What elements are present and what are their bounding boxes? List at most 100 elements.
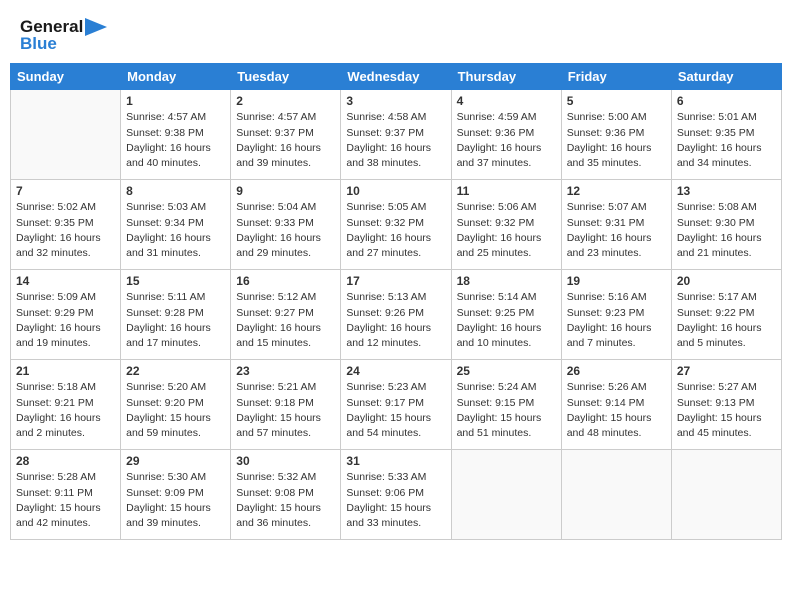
calendar-cell: 14Sunrise: 5:09 AM Sunset: 9:29 PM Dayli… [11, 270, 121, 360]
day-info: Sunrise: 5:23 AM Sunset: 9:17 PM Dayligh… [346, 380, 445, 441]
day-info: Sunrise: 5:32 AM Sunset: 9:08 PM Dayligh… [236, 470, 335, 531]
day-number: 15 [126, 274, 225, 288]
calendar-cell: 8 Sunrise: 5:03 AM Sunset: 9:34 PM Daylig… [121, 180, 231, 270]
day-number: 25 [457, 364, 556, 378]
day-info: Sunrise: 5:03 AM Sunset: 9:34 PM Dayligh… [126, 200, 225, 261]
day-info: Sunrise: 5:08 AM Sunset: 9:30 PM Dayligh… [677, 200, 776, 261]
calendar-cell: 7 Sunrise: 5:02 AM Sunset: 9:35 PM Daylig… [11, 180, 121, 270]
calendar-cell: 18 Sunrise: 5:14 AM Sunset: 9:25 PM Dayli… [451, 270, 561, 360]
calendar-cell: 30 Sunrise: 5:32 AM Sunset: 9:08 PM Dayli… [231, 450, 341, 540]
col-header-tuesday: Tuesday [231, 64, 341, 90]
day-info: Sunrise: 5:20 AM Sunset: 9:20 PM Dayligh… [126, 380, 225, 441]
day-number: 23 [236, 364, 335, 378]
calendar-cell: 29 Sunrise: 5:30 AM Sunset: 9:09 PM Dayli… [121, 450, 231, 540]
calendar-cell: 4 Sunrise: 4:59 AM Sunset: 9:36 PM Daylig… [451, 90, 561, 180]
day-number: 24 [346, 364, 445, 378]
day-number: 21 [16, 364, 115, 378]
day-number: 7 [16, 184, 115, 198]
logo: General Blue [20, 18, 107, 53]
day-info: Sunrise: 5:27 AM Sunset: 9:13 PM Dayligh… [677, 380, 776, 441]
day-info: Sunrise: 5:07 AM Sunset: 9:31 PM Dayligh… [567, 200, 666, 261]
day-info: Sunrise: 4:57 AM Sunset: 9:38 PM Dayligh… [126, 110, 225, 171]
calendar-cell: 22 Sunrise: 5:20 AM Sunset: 9:20 PM Dayli… [121, 360, 231, 450]
day-number: 30 [236, 454, 335, 468]
day-info: Sunrise: 5:33 AM Sunset: 9:06 PM Dayligh… [346, 470, 445, 531]
calendar-cell: 23 Sunrise: 5:21 AM Sunset: 9:18 PM Dayli… [231, 360, 341, 450]
calendar-cell: 24 Sunrise: 5:23 AM Sunset: 9:17 PM Dayli… [341, 360, 451, 450]
col-header-monday: Monday [121, 64, 231, 90]
day-info: Sunrise: 4:58 AM Sunset: 9:37 PM Dayligh… [346, 110, 445, 171]
day-number: 6 [677, 94, 776, 108]
day-info: Sunrise: 5:13 AM Sunset: 9:26 PM Dayligh… [346, 290, 445, 351]
calendar-cell: 26Sunrise: 5:26 AM Sunset: 9:14 PM Dayli… [561, 360, 671, 450]
day-number: 3 [346, 94, 445, 108]
calendar-cell: 5 Sunrise: 5:00 AM Sunset: 9:36 PM Daylig… [561, 90, 671, 180]
calendar-cell [11, 90, 121, 180]
calendar-cell: 25Sunrise: 5:24 AM Sunset: 9:15 PM Dayli… [451, 360, 561, 450]
week-row-1: 1 Sunrise: 4:57 AM Sunset: 9:38 PM Daylig… [11, 90, 782, 180]
day-number: 10 [346, 184, 445, 198]
day-info: Sunrise: 5:21 AM Sunset: 9:18 PM Dayligh… [236, 380, 335, 441]
day-number: 16 [236, 274, 335, 288]
day-number: 2 [236, 94, 335, 108]
calendar-cell [561, 450, 671, 540]
day-number: 31 [346, 454, 445, 468]
day-number: 19 [567, 274, 666, 288]
calendar-cell: 13 Sunrise: 5:08 AM Sunset: 9:30 PM Dayli… [671, 180, 781, 270]
calendar-cell: 1 Sunrise: 4:57 AM Sunset: 9:38 PM Daylig… [121, 90, 231, 180]
logo-text-blue: Blue [20, 35, 107, 54]
day-number: 28 [16, 454, 115, 468]
calendar-table: SundayMondayTuesdayWednesdayThursdayFrid… [10, 63, 782, 540]
day-number: 18 [457, 274, 556, 288]
day-info: Sunrise: 5:16 AM Sunset: 9:23 PM Dayligh… [567, 290, 666, 351]
day-info: Sunrise: 5:30 AM Sunset: 9:09 PM Dayligh… [126, 470, 225, 531]
day-info: Sunrise: 5:26 AM Sunset: 9:14 PM Dayligh… [567, 380, 666, 441]
page-header: General Blue [10, 10, 782, 57]
col-header-saturday: Saturday [671, 64, 781, 90]
day-number: 5 [567, 94, 666, 108]
calendar-cell: 28Sunrise: 5:28 AM Sunset: 9:11 PM Dayli… [11, 450, 121, 540]
week-row-3: 14Sunrise: 5:09 AM Sunset: 9:29 PM Dayli… [11, 270, 782, 360]
day-number: 20 [677, 274, 776, 288]
day-info: Sunrise: 4:59 AM Sunset: 9:36 PM Dayligh… [457, 110, 556, 171]
day-number: 27 [677, 364, 776, 378]
week-row-2: 7 Sunrise: 5:02 AM Sunset: 9:35 PM Daylig… [11, 180, 782, 270]
day-info: Sunrise: 5:00 AM Sunset: 9:36 PM Dayligh… [567, 110, 666, 171]
day-number: 17 [346, 274, 445, 288]
calendar-cell: 27 Sunrise: 5:27 AM Sunset: 9:13 PM Dayli… [671, 360, 781, 450]
day-number: 11 [457, 184, 556, 198]
day-info: Sunrise: 5:14 AM Sunset: 9:25 PM Dayligh… [457, 290, 556, 351]
calendar-cell: 15Sunrise: 5:11 AM Sunset: 9:28 PM Dayli… [121, 270, 231, 360]
calendar-cell: 31 Sunrise: 5:33 AM Sunset: 9:06 PM Dayli… [341, 450, 451, 540]
week-row-5: 28Sunrise: 5:28 AM Sunset: 9:11 PM Dayli… [11, 450, 782, 540]
week-row-4: 21 Sunrise: 5:18 AM Sunset: 9:21 PM Dayli… [11, 360, 782, 450]
day-number: 12 [567, 184, 666, 198]
calendar-cell: 2Sunrise: 4:57 AM Sunset: 9:37 PM Daylig… [231, 90, 341, 180]
col-header-wednesday: Wednesday [341, 64, 451, 90]
day-info: Sunrise: 5:02 AM Sunset: 9:35 PM Dayligh… [16, 200, 115, 261]
col-header-thursday: Thursday [451, 64, 561, 90]
col-header-friday: Friday [561, 64, 671, 90]
day-number: 8 [126, 184, 225, 198]
calendar-cell: 11 Sunrise: 5:06 AM Sunset: 9:32 PM Dayli… [451, 180, 561, 270]
calendar-cell: 19 Sunrise: 5:16 AM Sunset: 9:23 PM Dayli… [561, 270, 671, 360]
day-info: Sunrise: 5:06 AM Sunset: 9:32 PM Dayligh… [457, 200, 556, 261]
day-info: Sunrise: 5:17 AM Sunset: 9:22 PM Dayligh… [677, 290, 776, 351]
day-number: 13 [677, 184, 776, 198]
day-info: Sunrise: 5:01 AM Sunset: 9:35 PM Dayligh… [677, 110, 776, 171]
calendar-cell: 9Sunrise: 5:04 AM Sunset: 9:33 PM Daylig… [231, 180, 341, 270]
day-number: 29 [126, 454, 225, 468]
day-info: Sunrise: 5:09 AM Sunset: 9:29 PM Dayligh… [16, 290, 115, 351]
calendar-cell: 16 Sunrise: 5:12 AM Sunset: 9:27 PM Dayli… [231, 270, 341, 360]
logo-container: General Blue [20, 18, 107, 53]
logo-arrow-icon [85, 18, 107, 36]
calendar-cell: 20 Sunrise: 5:17 AM Sunset: 9:22 PM Dayli… [671, 270, 781, 360]
day-number: 9 [236, 184, 335, 198]
calendar-cell: 21 Sunrise: 5:18 AM Sunset: 9:21 PM Dayli… [11, 360, 121, 450]
calendar-cell: 3 Sunrise: 4:58 AM Sunset: 9:37 PM Daylig… [341, 90, 451, 180]
day-info: Sunrise: 5:18 AM Sunset: 9:21 PM Dayligh… [16, 380, 115, 441]
day-number: 4 [457, 94, 556, 108]
day-number: 22 [126, 364, 225, 378]
day-info: Sunrise: 5:12 AM Sunset: 9:27 PM Dayligh… [236, 290, 335, 351]
day-number: 1 [126, 94, 225, 108]
